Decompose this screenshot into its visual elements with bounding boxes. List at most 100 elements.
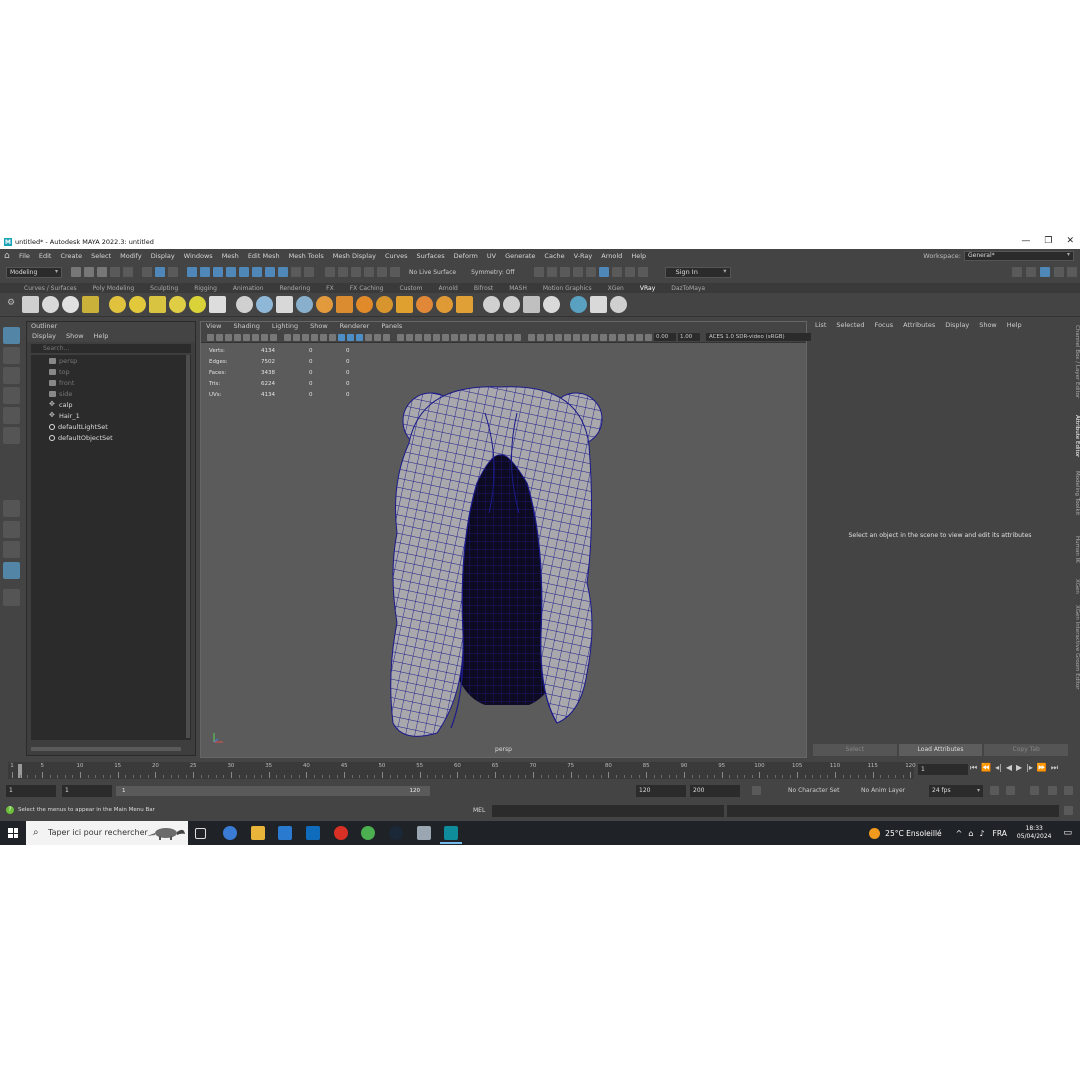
shelf-tool-icon[interactable] bbox=[316, 296, 333, 313]
viewport-tool-icon[interactable] bbox=[433, 333, 440, 341]
snap-rotate-icon[interactable] bbox=[390, 267, 400, 277]
shelf-tab-custom[interactable]: Custom bbox=[399, 285, 422, 292]
shelf-tab-xgen[interactable]: XGen bbox=[608, 285, 624, 292]
shelf-tab-sculpting[interactable]: Sculpting bbox=[150, 285, 178, 292]
chrome-icon[interactable] bbox=[361, 826, 375, 840]
viewport-tool-icon[interactable] bbox=[216, 333, 223, 341]
shelf-tool-icon[interactable] bbox=[209, 296, 226, 313]
viewport-tool-icon[interactable] bbox=[564, 333, 571, 341]
viewport-tool-icon[interactable] bbox=[397, 333, 404, 341]
loop-icon[interactable] bbox=[990, 786, 999, 795]
sound-icon[interactable] bbox=[1006, 786, 1015, 795]
ipr-render-icon[interactable] bbox=[572, 267, 583, 277]
range-bar[interactable]: 1 120 bbox=[116, 786, 430, 796]
viewport-tool-icon[interactable] bbox=[356, 333, 363, 341]
mask-joints-icon[interactable] bbox=[200, 267, 210, 277]
menu-surfaces[interactable]: Surfaces bbox=[417, 252, 445, 260]
viewport-menu-panels[interactable]: Panels bbox=[381, 322, 402, 332]
current-frame-field[interactable]: 1 bbox=[918, 764, 968, 775]
network-icon[interactable]: ⌂ bbox=[968, 829, 973, 838]
paint-select-tool-icon[interactable] bbox=[3, 367, 20, 384]
command-input[interactable] bbox=[492, 805, 724, 817]
viewport-tool-icon[interactable] bbox=[329, 333, 336, 341]
menu-arnold[interactable]: Arnold bbox=[601, 252, 622, 260]
shelf-tool-icon[interactable] bbox=[149, 296, 166, 313]
close-button[interactable]: ✕ bbox=[1066, 236, 1074, 246]
refresh-icon[interactable] bbox=[1048, 786, 1057, 795]
viewport-tool-icon[interactable] bbox=[270, 333, 277, 341]
snap-view-plane-icon[interactable] bbox=[364, 267, 374, 277]
color-space-dropdown[interactable]: ACES 1.0 SDR-video (sRGB) bbox=[706, 333, 816, 341]
task-view-icon[interactable] bbox=[195, 828, 206, 839]
ae-menu-selected[interactable]: Selected bbox=[836, 321, 864, 331]
snap-curve-icon[interactable] bbox=[338, 267, 348, 277]
edge-browser-icon[interactable] bbox=[223, 826, 237, 840]
render-view-icon[interactable] bbox=[546, 267, 557, 277]
viewport-menu-lighting[interactable]: Lighting bbox=[272, 322, 298, 332]
make-live-icon[interactable] bbox=[377, 267, 387, 277]
menu-display[interactable]: Display bbox=[151, 252, 175, 260]
exposure-field[interactable]: 0.00 bbox=[654, 333, 676, 341]
menu-edit-mesh[interactable]: Edit Mesh bbox=[248, 252, 280, 260]
viewport-tool-icon[interactable] bbox=[293, 333, 300, 341]
outliner-item-side[interactable]: side bbox=[31, 388, 191, 399]
step-back-key-button[interactable]: ⏪ bbox=[981, 763, 991, 773]
ae-menu-show[interactable]: Show bbox=[979, 321, 997, 331]
tab-human-ik[interactable]: Human IK bbox=[1070, 536, 1080, 563]
quick-search-icon[interactable] bbox=[3, 589, 20, 606]
shelf-tool-icon[interactable] bbox=[276, 296, 293, 313]
shelf-tab-rendering[interactable]: Rendering bbox=[280, 285, 311, 292]
viewport-tool-icon[interactable] bbox=[582, 333, 589, 341]
outliner-vertical-scrollbar[interactable] bbox=[186, 355, 190, 738]
viewport-menu-show[interactable]: Show bbox=[310, 322, 328, 332]
shelf-tool-icon[interactable] bbox=[169, 296, 186, 313]
viewport-menu-shading[interactable]: Shading bbox=[233, 322, 259, 332]
menu-uv[interactable]: UV bbox=[487, 252, 496, 260]
ae-menu-list[interactable]: List bbox=[815, 321, 826, 331]
shelf-tab-arnold[interactable]: Arnold bbox=[438, 285, 457, 292]
outliner-menu-show[interactable]: Show bbox=[66, 332, 84, 342]
outliner-item-persp[interactable]: persp bbox=[31, 355, 191, 366]
animation-preferences-icon[interactable] bbox=[1064, 786, 1073, 795]
viewport-tool-icon[interactable] bbox=[591, 333, 598, 341]
shelf-tab-motion-graphics[interactable]: Motion Graphics bbox=[543, 285, 592, 292]
mask-surfaces-icon[interactable] bbox=[226, 267, 236, 277]
ae-copy-tab-button[interactable]: Copy Tab bbox=[984, 744, 1069, 756]
render-current-icon[interactable] bbox=[559, 267, 570, 277]
tab-xgen-groom-editor[interactable]: XGen Interactive Groom Editor bbox=[1070, 605, 1080, 690]
viewport-tool-icon[interactable] bbox=[234, 333, 241, 341]
opera-icon[interactable] bbox=[334, 826, 348, 840]
maya-taskbar-icon[interactable] bbox=[440, 826, 462, 844]
viewport-tool-icon[interactable] bbox=[636, 333, 643, 341]
ae-menu-focus[interactable]: Focus bbox=[875, 321, 894, 331]
outliner-search-input[interactable]: Search... bbox=[31, 344, 191, 353]
script-editor-icon[interactable] bbox=[1064, 806, 1073, 815]
step-forward-key-button[interactable]: ⏩ bbox=[1037, 763, 1047, 773]
shelf-options-icon[interactable]: ⚙ bbox=[7, 298, 15, 308]
windows-start-icon[interactable] bbox=[8, 828, 18, 838]
playback-end-field[interactable]: 120 bbox=[636, 785, 686, 797]
menu-file[interactable]: File bbox=[19, 252, 30, 260]
viewport-tool-icon[interactable] bbox=[374, 333, 381, 341]
file-explorer-icon[interactable] bbox=[251, 826, 265, 840]
hypershade-icon[interactable] bbox=[598, 267, 609, 277]
highlight-selection-icon[interactable] bbox=[304, 267, 314, 277]
sign-in-dropdown[interactable]: Sign In bbox=[664, 266, 731, 278]
fps-dropdown[interactable]: 24 fps bbox=[929, 785, 983, 797]
outliner-menu-help[interactable]: Help bbox=[94, 332, 109, 342]
viewport-tool-icon[interactable] bbox=[460, 333, 467, 341]
tab-modeling-toolkit[interactable]: Modeling Toolkit bbox=[1070, 471, 1080, 515]
tab-attribute-editor[interactable]: Attribute Editor bbox=[1070, 415, 1080, 457]
history-icon[interactable] bbox=[533, 267, 544, 277]
viewport-menu-renderer[interactable]: Renderer bbox=[340, 322, 370, 332]
pause-viewport-icon[interactable] bbox=[637, 267, 648, 277]
persp-outliner-layout-icon[interactable] bbox=[3, 562, 20, 579]
notifications-icon[interactable]: ▭ bbox=[1063, 828, 1072, 838]
modeling-toolkit-icon[interactable] bbox=[1012, 267, 1022, 277]
select-tool-icon[interactable] bbox=[3, 327, 20, 344]
tool-settings-icon[interactable] bbox=[1040, 267, 1050, 277]
weather-widget[interactable]: 25°C Ensoleillé bbox=[885, 829, 941, 838]
viewport-tool-icon[interactable] bbox=[528, 333, 535, 341]
outliner-item-default-object-set[interactable]: defaultObjectSet bbox=[31, 432, 191, 443]
shelf-tab-mash[interactable]: MASH bbox=[509, 285, 527, 292]
